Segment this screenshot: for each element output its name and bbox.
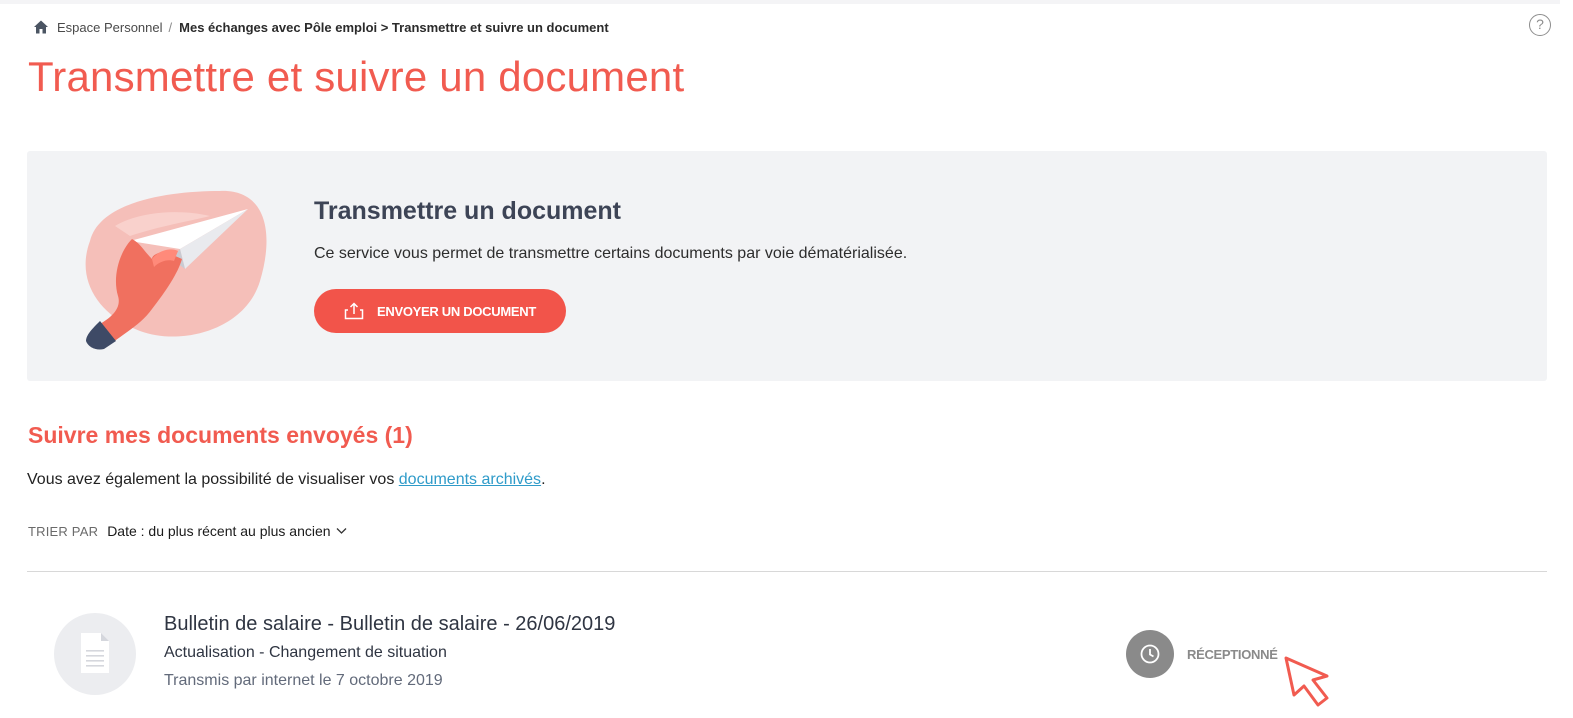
send-document-description: Ce service vous permet de transmettre ce…: [314, 245, 908, 262]
breadcrumb-root-link[interactable]: Espace Personnel: [57, 20, 163, 35]
document-sent-date: Transmis par internet le 7 octobre 2019: [164, 672, 443, 689]
breadcrumb-separator: /: [168, 19, 173, 35]
cursor-pointer-icon: [1284, 656, 1329, 707]
document-category: Actualisation - Changement de situation: [164, 644, 447, 661]
sort-control: TRIER PAR Date : du plus récent au plus …: [28, 523, 347, 539]
document-icon: [81, 633, 109, 673]
top-border: [0, 0, 1560, 4]
paper-plane-hand-illustration: [85, 190, 267, 350]
page-title: Transmettre et suivre un document: [28, 53, 685, 100]
status-label: RÉCEPTIONNÉ: [1187, 646, 1278, 662]
help-button[interactable]: ?: [1529, 14, 1551, 36]
send-document-title: Transmettre un document: [314, 197, 621, 225]
document-icon-badge: [54, 613, 136, 695]
clock-icon: [1140, 644, 1160, 664]
archive-info-suffix: .: [541, 471, 546, 488]
send-document-button[interactable]: ENVOYER UN DOCUMENT: [314, 289, 566, 333]
sort-label: TRIER PAR: [28, 523, 99, 539]
question-circle-icon: ?: [1536, 16, 1544, 32]
sort-dropdown[interactable]: Date : du plus récent au plus ancien: [107, 523, 347, 539]
chevron-down-icon: [336, 528, 347, 534]
archive-info: Vous avez également la possibilité de vi…: [27, 471, 546, 489]
upload-icon: [344, 302, 364, 320]
send-document-panel: Transmettre un document Ce service vous …: [27, 151, 1547, 381]
status-badge: RÉCEPTIONNÉ: [1126, 630, 1278, 678]
archive-info-text: Vous avez également la possibilité de vi…: [27, 471, 399, 488]
home-icon[interactable]: [33, 19, 49, 35]
archived-documents-link[interactable]: documents archivés: [399, 471, 541, 488]
status-icon-circle: [1126, 630, 1174, 678]
breadcrumb-current: Mes échanges avec Pôle emploi > Transmet…: [179, 19, 609, 35]
sort-dropdown-value: Date : du plus récent au plus ancien: [107, 523, 331, 539]
breadcrumb: Espace Personnel / Mes échanges avec Pôl…: [33, 18, 609, 36]
send-document-button-label: ENVOYER UN DOCUMENT: [377, 303, 536, 319]
tracking-section-title: Suivre mes documents envoyés (1): [28, 422, 413, 448]
document-title: Bulletin de salaire - Bulletin de salair…: [164, 613, 616, 635]
list-divider: [27, 571, 1547, 572]
